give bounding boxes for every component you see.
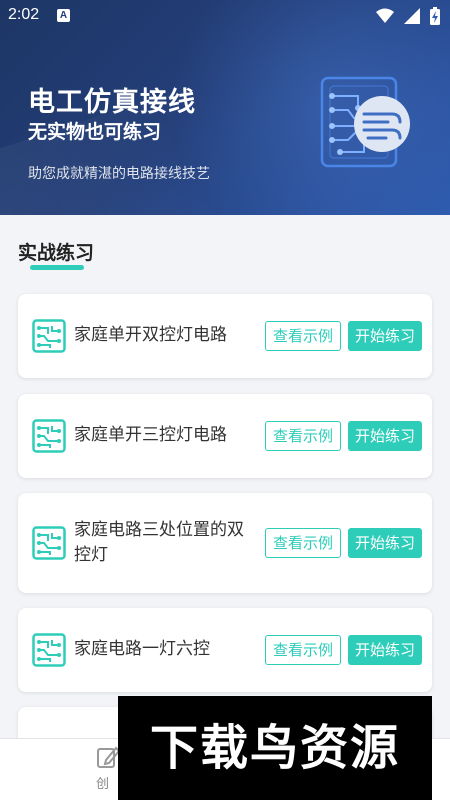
hero-subtitle: 无实物也可练习 bbox=[28, 121, 162, 143]
practice-title: 家庭电路一灯六控 bbox=[74, 639, 210, 659]
notification-icon: A bbox=[57, 9, 70, 22]
practice-title: 家庭电路三处位置的双控灯 bbox=[74, 520, 244, 565]
practice-title: 家庭单开双控灯电路 bbox=[74, 325, 227, 345]
hero-title: 电工仿真接线 bbox=[28, 87, 196, 118]
practice-card[interactable]: 家庭电路一灯六控 查看示例 开始练习 bbox=[18, 608, 432, 692]
start-practice-button[interactable]: 开始练习 bbox=[348, 528, 422, 558]
practice-card[interactable]: 家庭电路三处位置的双控灯 查看示例 开始练习 bbox=[18, 493, 432, 593]
circuit-board-icon bbox=[32, 419, 66, 453]
circuit-board-icon bbox=[32, 633, 66, 667]
circuit-board-icon bbox=[32, 526, 66, 560]
wifi-icon bbox=[376, 8, 394, 23]
section-tab-indicator bbox=[30, 265, 84, 270]
section-title: 实战练习 bbox=[18, 242, 95, 264]
view-example-button[interactable]: 查看示例 bbox=[265, 635, 341, 665]
status-time: 2:02 bbox=[8, 6, 40, 23]
start-practice-button[interactable]: 开始练习 bbox=[348, 421, 422, 451]
start-practice-button[interactable]: 开始练习 bbox=[348, 321, 422, 351]
battery-icon bbox=[430, 7, 440, 25]
circuit-chip-icon bbox=[320, 76, 410, 168]
edit-icon[interactable] bbox=[96, 745, 120, 769]
nav-create-label[interactable]: 创 bbox=[96, 773, 109, 792]
watermark-banner: 下载鸟资源 bbox=[118, 696, 432, 800]
view-example-button[interactable]: 查看示例 bbox=[265, 421, 341, 451]
view-example-button[interactable]: 查看示例 bbox=[265, 321, 341, 351]
watermark-text: 下载鸟资源 bbox=[149, 720, 400, 776]
practice-title: 家庭单开三控灯电路 bbox=[74, 425, 227, 445]
signal-icon bbox=[404, 8, 420, 24]
hero-description: 助您成就精湛的电路接线技艺 bbox=[28, 166, 210, 182]
circuit-board-icon bbox=[32, 319, 66, 353]
view-example-button[interactable]: 查看示例 bbox=[265, 528, 341, 558]
practice-card[interactable]: 家庭单开三控灯电路 查看示例 开始练习 bbox=[18, 394, 432, 478]
start-practice-button[interactable]: 开始练习 bbox=[348, 635, 422, 665]
status-icons bbox=[376, 7, 440, 25]
practice-card[interactable]: 家庭单开双控灯电路 查看示例 开始练习 bbox=[18, 294, 432, 378]
hero-banner: 2:02 A 电工仿真接线 无实物也可练习 助您成就精湛的电路接线技艺 bbox=[0, 0, 450, 215]
status-bar: 2:02 A bbox=[0, 0, 450, 32]
